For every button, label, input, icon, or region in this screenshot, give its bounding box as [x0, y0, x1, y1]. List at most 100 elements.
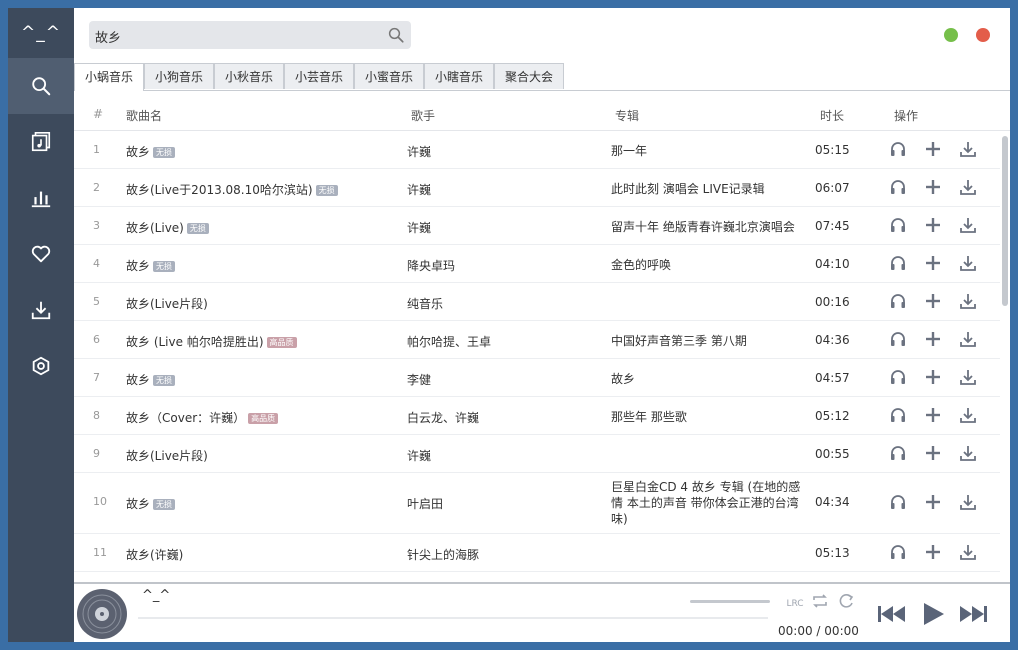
tab-source-6[interactable]: 小瞎音乐: [424, 63, 494, 89]
plus-icon[interactable]: [924, 178, 944, 198]
table-row[interactable]: 8 故乡（Cover：许巍） 高品质 白云龙、许巍 那些年 那些歌 05:12: [74, 397, 1000, 435]
table-row[interactable]: 2 故乡(Live于2013.08.10哈尔滨站) 无损 许巍 此时此刻 演唱会 LIV…: [74, 169, 1000, 207]
download-icon[interactable]: [959, 178, 979, 198]
artist-name[interactable]: 降央卓玛: [407, 257, 455, 274]
table-row[interactable]: 7 故乡 无损 李健 故乡 04:57: [74, 359, 1000, 397]
scrollbar[interactable]: [1002, 130, 1008, 582]
download-icon[interactable]: [959, 216, 979, 236]
song-name[interactable]: 故乡 无损: [126, 495, 176, 512]
repeat-icon[interactable]: [811, 592, 829, 610]
artist-name[interactable]: 白云龙、许巍: [407, 409, 479, 426]
table-row[interactable]: 12故乡无损李玉刚莲花03:44: [74, 572, 1000, 582]
artist-name[interactable]: 叶启田: [407, 495, 443, 512]
plus-icon[interactable]: [924, 216, 944, 236]
plus-icon[interactable]: [924, 493, 944, 513]
artist-name[interactable]: 针尖上的海豚: [407, 546, 479, 563]
table-row[interactable]: 3 故乡(Live) 无损 许巍 留声十年 绝版青春许巍北京演唱会 07:45: [74, 207, 1000, 245]
headphones-icon[interactable]: [889, 493, 909, 513]
search-input[interactable]: 故乡: [89, 21, 411, 49]
table-row[interactable]: 4 故乡 无损 降央卓玛 金色的呼唤 04:10: [74, 245, 1000, 283]
nav-downloads[interactable]: [8, 282, 74, 338]
prev-icon[interactable]: [877, 602, 907, 626]
headphones-icon[interactable]: [889, 330, 909, 350]
lrc-icon[interactable]: LRC: [785, 592, 805, 610]
progress-bar[interactable]: [138, 617, 768, 619]
song-name[interactable]: 故乡 无损: [126, 371, 176, 388]
album-name[interactable]: 那一年: [611, 143, 803, 159]
headphones-icon[interactable]: [889, 543, 909, 563]
table-row[interactable]: 1 故乡 无损 许巍 那一年 05:15: [74, 131, 1000, 169]
download-icon[interactable]: [959, 406, 979, 426]
song-name[interactable]: 故乡(Live片段): [126, 447, 208, 464]
nav-favorites[interactable]: [8, 226, 74, 282]
album-name[interactable]: 巨星白金CD 4 故乡 专辑 (在地的感情 本土的声音 带你体会正港的台湾味): [611, 479, 803, 527]
artist-name[interactable]: 许巍: [407, 447, 431, 464]
song-name[interactable]: 故乡 (Live 帕尔哈提胜出) 高品质: [126, 333, 297, 350]
nav-settings[interactable]: [8, 338, 74, 394]
table-row[interactable]: 11 故乡(许巍) 针尖上的海豚 05:13: [74, 534, 1000, 572]
next-icon[interactable]: [958, 602, 988, 626]
headphones-icon[interactable]: [889, 444, 909, 464]
search-query[interactable]: 故乡: [95, 27, 121, 46]
album-name[interactable]: 那些年 那些歌: [611, 409, 803, 425]
artist-name[interactable]: 李健: [407, 371, 431, 388]
volume-slider[interactable]: [690, 600, 770, 603]
headphones-icon[interactable]: [889, 406, 909, 426]
download-icon[interactable]: [959, 444, 979, 464]
download-icon[interactable]: [959, 330, 979, 350]
scroll-thumb[interactable]: [1002, 136, 1008, 306]
artist-name[interactable]: 许巍: [407, 181, 431, 198]
play-icon[interactable]: [920, 601, 946, 627]
tab-source-4[interactable]: 小芸音乐: [284, 63, 354, 89]
plus-icon[interactable]: [924, 292, 944, 312]
tab-source-1[interactable]: 小蜗音乐: [74, 63, 144, 91]
download-icon[interactable]: [959, 254, 979, 274]
album-name[interactable]: 故乡: [611, 371, 803, 387]
download-icon[interactable]: [959, 543, 979, 563]
plus-icon[interactable]: [924, 368, 944, 388]
plus-icon[interactable]: [924, 444, 944, 464]
song-name[interactable]: 故乡(Live片段): [126, 295, 208, 312]
download-icon[interactable]: [959, 292, 979, 312]
headphones-icon[interactable]: [889, 254, 909, 274]
album-name[interactable]: 金色的呼唤: [611, 257, 803, 273]
plus-icon[interactable]: [924, 254, 944, 274]
download-icon[interactable]: [959, 493, 979, 513]
download-icon[interactable]: [959, 368, 979, 388]
tab-source-7[interactable]: 聚合大会: [494, 63, 564, 89]
plus-icon[interactable]: [924, 140, 944, 160]
song-name[interactable]: 故乡（Cover：许巍） 高品质: [126, 409, 279, 426]
headphones-icon[interactable]: [889, 140, 909, 160]
artist-name[interactable]: 帕尔哈提、王卓: [407, 333, 491, 350]
table-row[interactable]: 10 故乡 无损 叶启田 巨星白金CD 4 故乡 专辑 (在地的感情 本土的声音 带你体…: [74, 473, 1000, 534]
search-icon[interactable]: [387, 26, 405, 44]
album-name[interactable]: 此时此刻 演唱会 LIVE记录辑: [611, 181, 803, 197]
plus-icon[interactable]: [924, 543, 944, 563]
table-row[interactable]: 9 故乡(Live片段) 许巍 00:55: [74, 435, 1000, 473]
album-name[interactable]: 留声十年 绝版青春许巍北京演唱会: [611, 219, 803, 235]
close-button[interactable]: [976, 28, 990, 42]
tab-source-3[interactable]: 小秋音乐: [214, 63, 284, 89]
table-row[interactable]: 5 故乡(Live片段) 纯音乐 00:16: [74, 283, 1000, 321]
song-name[interactable]: 故乡(许巍): [126, 546, 183, 563]
nav-chart[interactable]: [8, 170, 74, 226]
artist-name[interactable]: 纯音乐: [407, 295, 443, 312]
album-name[interactable]: 中国好声音第三季 第八期: [611, 333, 803, 349]
song-name[interactable]: 故乡 无损: [126, 257, 176, 274]
tab-source-2[interactable]: 小狗音乐: [144, 63, 214, 89]
minimize-button[interactable]: [944, 28, 958, 42]
song-name[interactable]: 故乡(Live) 无损: [126, 219, 209, 236]
artist-name[interactable]: 许巍: [407, 219, 431, 236]
song-name[interactable]: 故乡 无损: [126, 143, 176, 160]
refresh-icon[interactable]: [837, 592, 855, 610]
headphones-icon[interactable]: [889, 178, 909, 198]
headphones-icon[interactable]: [889, 292, 909, 312]
artist-name[interactable]: 许巍: [407, 143, 431, 160]
download-icon[interactable]: [959, 140, 979, 160]
headphones-icon[interactable]: [889, 216, 909, 236]
song-name[interactable]: 故乡(Live于2013.08.10哈尔滨站) 无损: [126, 181, 338, 198]
tab-source-5[interactable]: 小蜜音乐: [354, 63, 424, 89]
nav-search[interactable]: [8, 58, 74, 114]
table-row[interactable]: 6 故乡 (Live 帕尔哈提胜出) 高品质 帕尔哈提、王卓 中国好声音第三季 第八期 0…: [74, 321, 1000, 359]
headphones-icon[interactable]: [889, 368, 909, 388]
